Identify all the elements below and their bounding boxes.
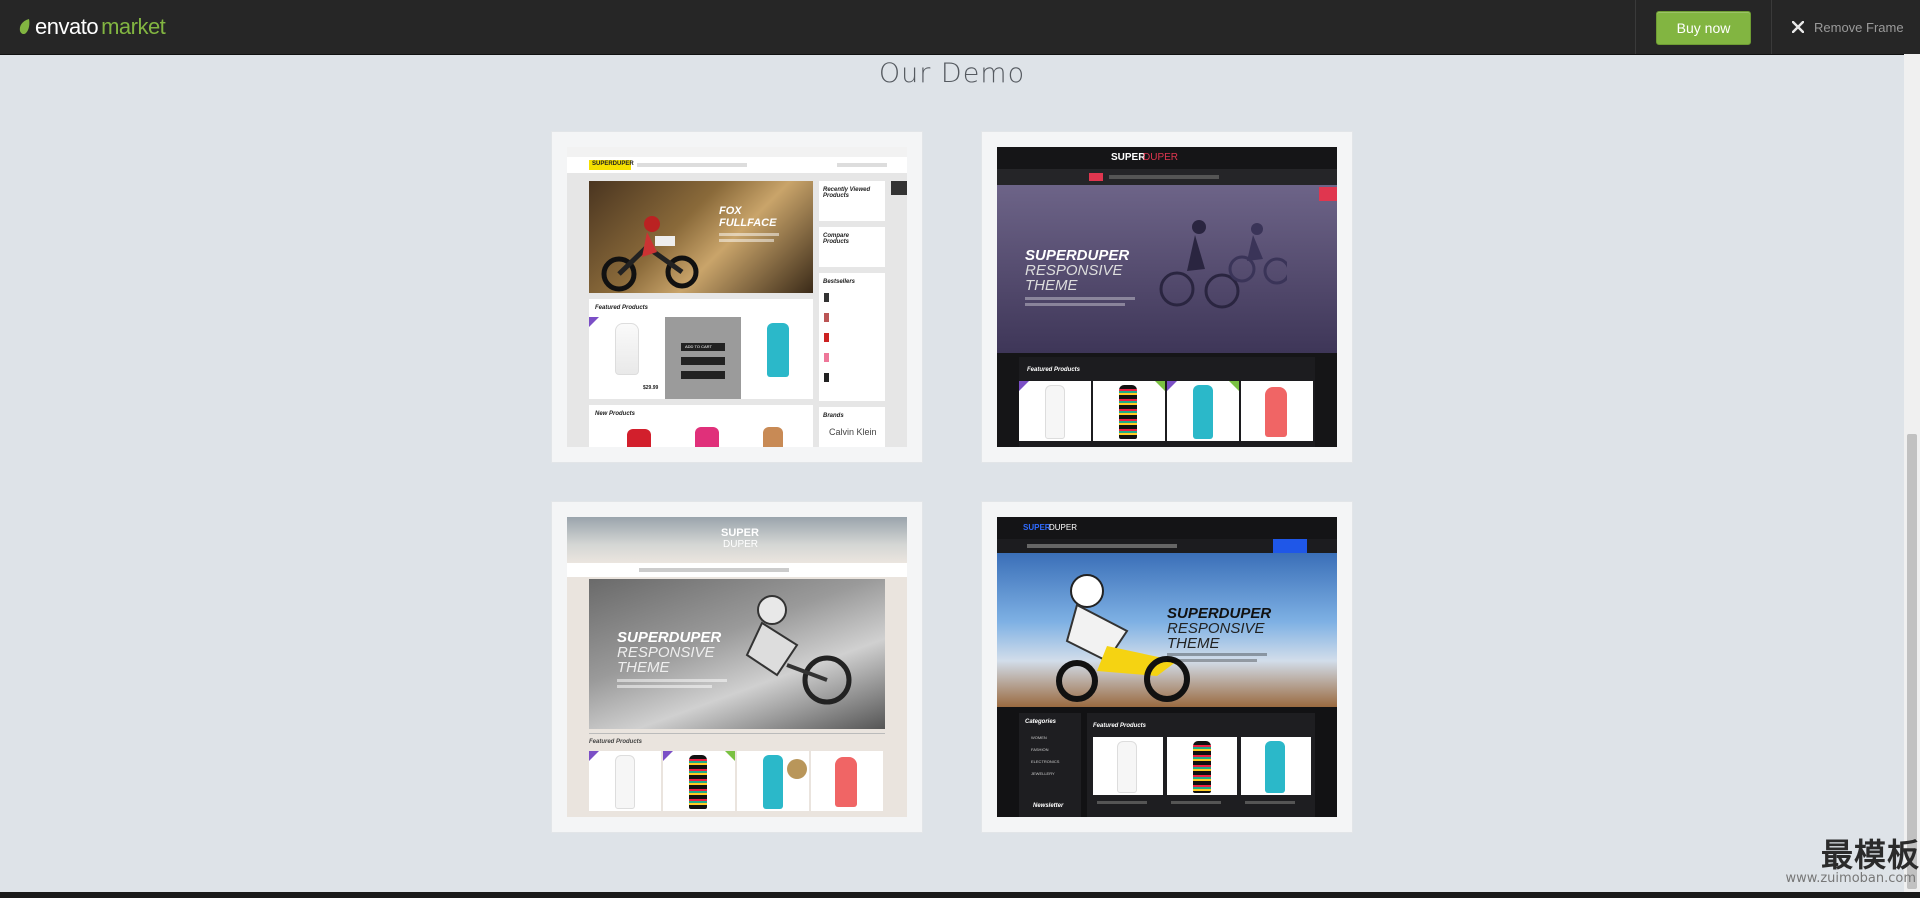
demo-card-2[interactable]: SUPER DUPER SUPERDUPER RESPONSIVE THEME …	[982, 132, 1352, 462]
demo4-featured: Featured Products	[1093, 723, 1147, 729]
logo-word-envato: envato	[35, 14, 99, 39]
scrollbar-thumb[interactable]	[1907, 434, 1917, 889]
demo4-brand-a: SUPER	[1023, 523, 1051, 532]
demo-card-4[interactable]: SUPER DUPER SUPERDUPER RESPONSIVE THEME …	[982, 502, 1352, 832]
demo-card-3[interactable]: SUPER DUPER SUPERDUPER RESPONSIVE THEME …	[552, 502, 922, 832]
demo3-hero-3: THEME	[617, 659, 670, 676]
demo4-categories: Categories	[1025, 719, 1057, 725]
demo-thumbnail-2[interactable]: SUPER DUPER SUPERDUPER RESPONSIVE THEME …	[997, 147, 1337, 447]
demo-thumbnail-1[interactable]: SUPERDUPER FOX FULLFACE Recently Viewed …	[567, 147, 907, 447]
demo4-hero-3: THEME	[1167, 635, 1220, 652]
demo4-brand-b: DUPER	[1049, 523, 1078, 532]
demo4-cat-4: JEWELLERY	[1031, 771, 1055, 776]
cyclists-graphic	[1159, 220, 1287, 309]
demo3-featured: Featured Products	[589, 739, 643, 745]
logo-word-market: market	[101, 14, 166, 39]
watermark-url: www.zuimoban.com	[1785, 871, 1916, 886]
leaf-icon	[19, 19, 30, 35]
buy-now-button[interactable]: Buy now	[1656, 11, 1751, 45]
watermark-title: 最模板	[1820, 836, 1920, 874]
demo3-brand-b: DUPER	[723, 539, 759, 550]
demo-card-1[interactable]: SUPERDUPER FOX FULLFACE Recently Viewed …	[552, 132, 922, 462]
demo2-hero-3: THEME	[1025, 277, 1078, 294]
demo-thumbnail-4[interactable]: SUPER DUPER SUPERDUPER RESPONSIVE THEME …	[997, 517, 1337, 817]
close-icon	[1792, 21, 1804, 33]
demo-thumbnail-3[interactable]: SUPER DUPER SUPERDUPER RESPONSIVE THEME …	[567, 517, 907, 817]
topbar-divider	[1635, 0, 1636, 54]
demo3-brand-a: SUPER	[721, 527, 759, 539]
demo4-cat-1: WOMEN	[1031, 735, 1047, 740]
page-title: Our Demo	[878, 58, 1026, 89]
demo1-featured: Featured Products	[595, 305, 649, 311]
motocross-rider-graphic	[745, 595, 852, 705]
bottom-strip	[0, 892, 1920, 898]
demo1-brand-logo: Calvin Klein	[829, 427, 877, 437]
demo1-bestsellers: Bestsellers	[823, 279, 856, 285]
demo1-hero-line2: FULLFACE	[719, 217, 777, 229]
demo1-brand: SUPERDUPER	[592, 161, 634, 167]
demo2-featured: Featured Products	[1027, 367, 1081, 373]
envato-market-logo[interactable]: envato market	[18, 14, 166, 40]
demo1-recently-viewed: Recently Viewed Products	[823, 187, 871, 199]
topbar-divider	[1771, 0, 1772, 54]
demo2-brand-a: SUPER	[1111, 152, 1146, 163]
demo1-brands: Brands	[823, 413, 844, 419]
remove-frame-button[interactable]: Remove Frame	[1792, 17, 1904, 37]
demo4-cat-2: FASHION	[1031, 747, 1049, 752]
watermark: 最模板 www.zuimoban.com	[1762, 838, 1920, 898]
demo1-hero-line1: FOX	[719, 205, 742, 217]
demo2-brand-b: DUPER	[1143, 152, 1179, 163]
demo1-add-to-cart: ADD TO CART	[685, 344, 712, 349]
demo1-compare: Compare Products	[823, 233, 850, 245]
demo1-price: $29.99	[643, 385, 659, 391]
demo4-cat-3: ELECTRONICS	[1031, 759, 1060, 764]
demo4-newsletter: Newsletter	[1033, 803, 1064, 809]
remove-frame-label: Remove Frame	[1814, 19, 1904, 35]
top-bar: envato market Buy now Remove Frame	[0, 0, 1920, 55]
motocross-rider-graphic	[601, 216, 699, 292]
demo1-new-products: New Products	[595, 411, 636, 417]
